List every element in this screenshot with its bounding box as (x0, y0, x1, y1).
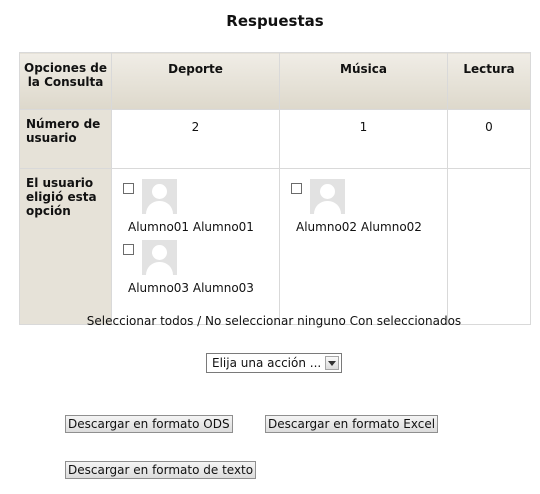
count-musica: 1 (279, 109, 448, 169)
select-all-link[interactable]: Seleccionar todos (87, 314, 194, 328)
count-deporte: 2 (111, 109, 280, 169)
option-header-deporte: Deporte (111, 52, 280, 110)
download-excel-button[interactable]: Descargar en formato Excel (265, 415, 439, 433)
users-deporte: Alumno01 Alumno01 Alumno03 Alumno03 (111, 168, 280, 325)
count-row: Número de usuario 2 1 0 (19, 109, 531, 169)
separator: / (193, 314, 206, 328)
count-lectura: 0 (447, 109, 531, 169)
with-selected-label: Con seleccionados (349, 314, 462, 328)
users-row: El usuario eligió esta opción Alumno01 A… (19, 168, 531, 325)
action-select-value: Elija una acción ... (212, 356, 322, 370)
user-checkbox[interactable] (123, 183, 134, 194)
user-entry: Alumno01 Alumno01 (123, 179, 279, 234)
option-header-musica: Música (279, 52, 448, 110)
corner-header: Opciones de la Consulta (19, 52, 112, 110)
users-musica: Alumno02 Alumno02 (279, 168, 448, 325)
user-entry: Alumno03 Alumno03 (123, 240, 279, 295)
avatar (142, 179, 177, 214)
header-row: Opciones de la Consulta Deporte Música L… (19, 52, 531, 110)
avatar (310, 179, 345, 214)
user-entry: Alumno02 Alumno02 (291, 179, 447, 234)
download-text-button[interactable]: Descargar en formato de texto (65, 461, 257, 479)
chevron-down-icon[interactable] (325, 356, 339, 370)
user-name: Alumno03 Alumno03 (128, 281, 254, 295)
action-select[interactable]: Elija una acción ... (206, 353, 342, 373)
option-header-lectura: Lectura (447, 52, 531, 110)
user-checkbox[interactable] (123, 244, 134, 255)
avatar (142, 240, 177, 275)
responses-table: Opciones de la Consulta Deporte Música L… (19, 52, 531, 325)
user-checkbox[interactable] (291, 183, 302, 194)
download-ods-button[interactable]: Descargar en formato ODS (65, 415, 233, 433)
page-title: Respuestas (226, 12, 324, 30)
selection-controls: Seleccionar todos / No seleccionar ningu… (0, 314, 540, 328)
count-row-label: Número de usuario (19, 109, 112, 169)
select-none-link[interactable]: No seleccionar ninguno (205, 314, 346, 328)
user-name: Alumno01 Alumno01 (128, 220, 254, 234)
users-lectura (447, 168, 531, 325)
user-name: Alumno02 Alumno02 (296, 220, 422, 234)
users-row-label: El usuario eligió esta opción (19, 168, 112, 325)
